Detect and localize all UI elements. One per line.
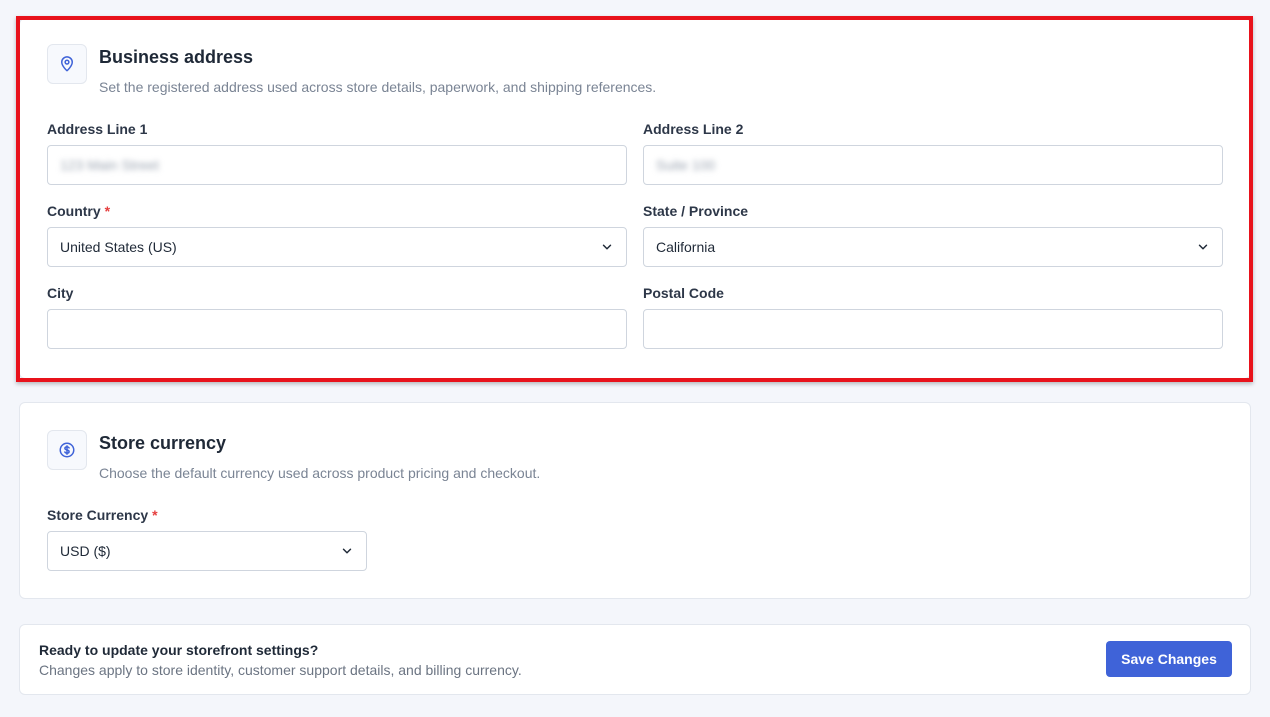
postal-code-label: Postal Code bbox=[643, 285, 724, 301]
save-footer-card: Ready to update your storefront settings… bbox=[19, 624, 1251, 695]
address-line1-label: Address Line 1 bbox=[47, 121, 148, 137]
address-line2-input[interactable]: Suite 100 bbox=[643, 145, 1223, 185]
required-mark: * bbox=[152, 507, 158, 523]
store-currency-title: Store currency bbox=[99, 433, 227, 453]
state-select[interactable]: California bbox=[643, 227, 1223, 267]
postal-code-input[interactable] bbox=[643, 309, 1223, 349]
map-pin-icon bbox=[47, 44, 87, 84]
state-value: California bbox=[656, 239, 716, 255]
country-select[interactable]: United States (US) bbox=[47, 227, 627, 267]
store-currency-value: USD ($) bbox=[60, 543, 111, 559]
save-changes-button[interactable]: Save Changes bbox=[1106, 641, 1232, 677]
country-label-text: Country bbox=[47, 203, 101, 219]
dollar-icon bbox=[47, 430, 87, 470]
address-line1-value: 123 Main Street bbox=[60, 157, 159, 173]
address-line1-input[interactable]: 123 Main Street bbox=[47, 145, 627, 185]
country-label: Country * bbox=[47, 203, 110, 219]
business-address-card: Business address Set the registered addr… bbox=[19, 18, 1251, 379]
country-value: United States (US) bbox=[60, 239, 177, 255]
store-currency-description: Choose the default currency used across … bbox=[99, 465, 541, 481]
business-address-description: Set the registered address used across s… bbox=[99, 79, 657, 95]
address-line2-label: Address Line 2 bbox=[643, 121, 744, 137]
store-currency-select[interactable]: USD ($) bbox=[47, 531, 367, 571]
state-label: State / Province bbox=[643, 203, 749, 219]
store-currency-label-text: Store Currency bbox=[47, 507, 149, 523]
store-currency-card: Store currency Choose the default curren… bbox=[19, 402, 1251, 599]
footer-title: Ready to update your storefront settings… bbox=[39, 642, 319, 658]
required-mark: * bbox=[104, 203, 111, 219]
city-input[interactable] bbox=[47, 309, 627, 349]
footer-description: Changes apply to store identity, custome… bbox=[39, 662, 522, 678]
business-address-title: Business address bbox=[99, 47, 254, 67]
city-label: City bbox=[47, 285, 74, 301]
store-currency-label: Store Currency * bbox=[47, 507, 158, 523]
chevron-down-icon bbox=[602, 244, 612, 250]
chevron-down-icon bbox=[342, 548, 352, 554]
chevron-down-icon bbox=[1198, 244, 1208, 250]
address-line2-value: Suite 100 bbox=[656, 157, 716, 173]
